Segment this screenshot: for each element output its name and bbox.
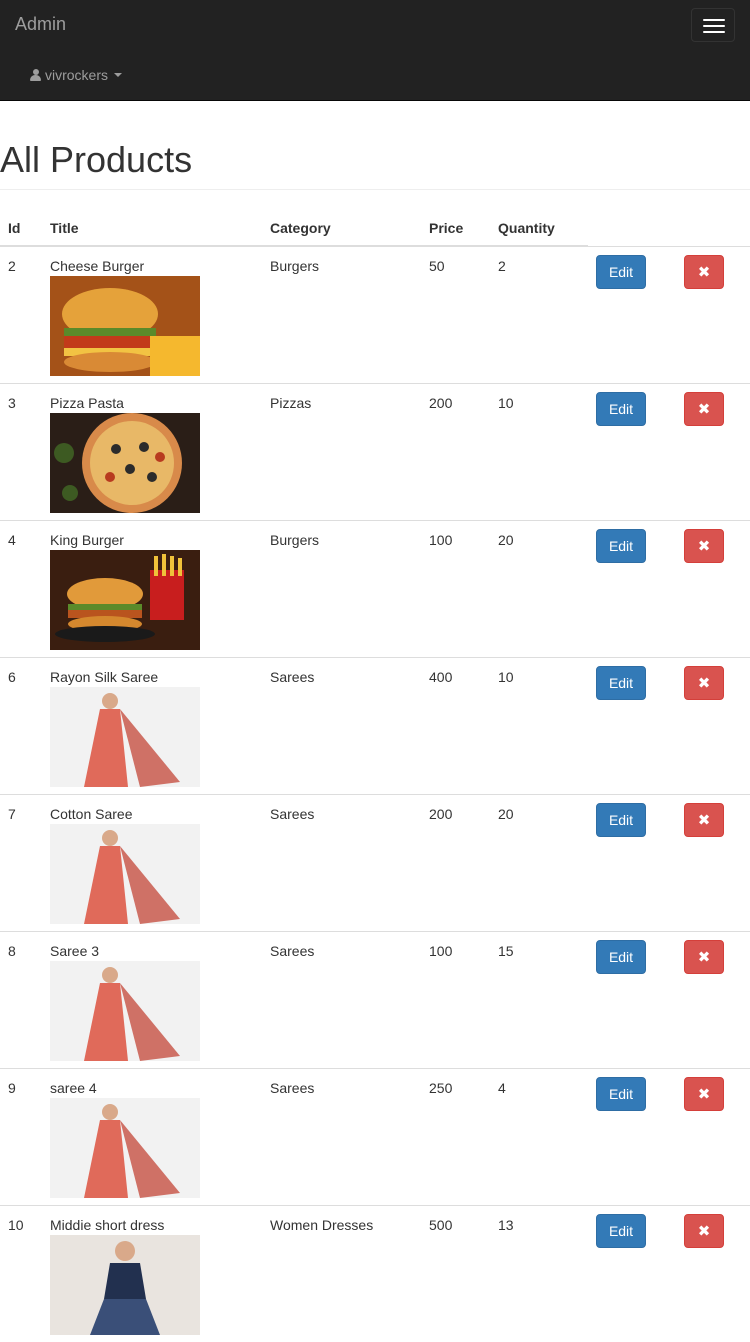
table-row: 10 Middie short dress Women Dresses 500 … (0, 1205, 750, 1342)
delete-button[interactable]: ✖ (684, 392, 724, 426)
cell-price: 400 (429, 669, 453, 685)
column-header-price: Price (429, 220, 464, 236)
user-dropdown[interactable]: vivrockers (30, 66, 123, 84)
cell-quantity: 10 (498, 395, 514, 411)
table-row: 8 Saree 3 Sarees 100 15 Edit ✖ (0, 931, 750, 1068)
cell-title: saree 4 (50, 1080, 97, 1096)
cell-id: 9 (8, 1080, 16, 1096)
edit-button[interactable]: Edit (596, 392, 646, 426)
cell-title: Pizza Pasta (50, 395, 124, 411)
edit-button[interactable]: Edit (596, 529, 646, 563)
cell-price: 250 (429, 1080, 453, 1096)
table-header: Id Title Category Price Quantity (0, 210, 750, 247)
edit-button[interactable]: Edit (596, 666, 646, 700)
product-image (50, 824, 200, 924)
cell-quantity: 13 (498, 1217, 514, 1233)
cell-price: 100 (429, 943, 453, 959)
cell-quantity: 2 (498, 258, 506, 274)
delete-button[interactable]: ✖ (684, 1214, 724, 1248)
cell-id: 2 (8, 258, 16, 274)
cell-category: Burgers (270, 532, 320, 548)
caret-down-icon (114, 73, 123, 77)
cell-id: 8 (8, 943, 16, 959)
cell-title: Saree 3 (50, 943, 100, 959)
cell-category: Sarees (270, 806, 315, 822)
product-image (50, 1098, 200, 1198)
column-header-category: Category (270, 220, 331, 236)
cell-price: 200 (429, 806, 453, 822)
column-header-quantity: Quantity (498, 220, 555, 236)
title-divider (0, 189, 750, 190)
product-image (50, 413, 200, 513)
edit-button[interactable]: Edit (596, 255, 646, 289)
hamburger-icon-bar (703, 25, 725, 27)
delete-button[interactable]: ✖ (684, 940, 724, 974)
table-row: 4 King Burger Burgers 100 20 Edit ✖ (0, 520, 750, 657)
cell-id: 7 (8, 806, 16, 822)
hamburger-icon-bar (703, 31, 725, 33)
column-header-title: Title (50, 220, 79, 236)
delete-button[interactable]: ✖ (684, 529, 724, 563)
edit-button[interactable]: Edit (596, 803, 646, 837)
cell-quantity: 15 (498, 943, 514, 959)
edit-button[interactable]: Edit (596, 1214, 646, 1248)
edit-button[interactable]: Edit (596, 940, 646, 974)
cell-id: 3 (8, 395, 16, 411)
cell-price: 500 (429, 1217, 453, 1233)
cell-id: 4 (8, 532, 16, 548)
cell-price: 200 (429, 395, 453, 411)
delete-button[interactable]: ✖ (684, 803, 724, 837)
delete-button[interactable]: ✖ (684, 666, 724, 700)
cell-quantity: 20 (498, 806, 514, 822)
product-image (50, 961, 200, 1061)
delete-button[interactable]: ✖ (684, 1077, 724, 1111)
cell-price: 100 (429, 532, 453, 548)
cell-category: Sarees (270, 943, 315, 959)
cell-quantity: 10 (498, 669, 514, 685)
cell-category: Sarees (270, 669, 315, 685)
column-header-id: Id (8, 220, 21, 236)
cell-title: Rayon Silk Saree (50, 669, 159, 685)
product-image (50, 550, 200, 650)
cell-price: 50 (429, 258, 445, 274)
product-image (50, 1235, 200, 1335)
user-icon (30, 69, 41, 81)
cell-id: 6 (8, 669, 16, 685)
hamburger-icon (703, 19, 725, 21)
cell-title: Cheese Burger (50, 258, 145, 274)
table-row: 9 saree 4 Sarees 250 4 Edit ✖ (0, 1068, 750, 1205)
cell-title: Cotton Saree (50, 806, 133, 822)
user-name: vivrockers (45, 67, 109, 83)
cell-category: Sarees (270, 1080, 315, 1096)
cell-quantity: 4 (498, 1080, 506, 1096)
cell-title: King Burger (50, 532, 124, 548)
edit-button[interactable]: Edit (596, 1077, 646, 1111)
table-row: 3 Pizza Pasta Pizzas 200 10 Edit ✖ (0, 383, 750, 520)
delete-button[interactable]: ✖ (684, 255, 724, 289)
cell-category: Pizzas (270, 395, 312, 411)
page-title: All Products (0, 139, 193, 180)
product-image (50, 276, 200, 376)
menu-toggle-button[interactable] (691, 8, 735, 42)
cell-category: Women Dresses (270, 1217, 374, 1233)
cell-category: Burgers (270, 258, 320, 274)
cell-title: Middie short dress (50, 1217, 165, 1233)
table-row: 2 Cheese Burger Burgers 50 2 Edit ✖ (0, 246, 750, 383)
cell-quantity: 20 (498, 532, 514, 548)
cell-id: 10 (8, 1217, 24, 1233)
product-image (50, 687, 200, 787)
navbar-brand[interactable]: Admin (15, 14, 66, 34)
table-row: 7 Cotton Saree Sarees 200 20 Edit ✖ (0, 794, 750, 931)
top-navbar: Admin vivrockers (0, 0, 750, 101)
table-row: 6 Rayon Silk Saree Sarees 400 10 Edit ✖ (0, 657, 750, 794)
